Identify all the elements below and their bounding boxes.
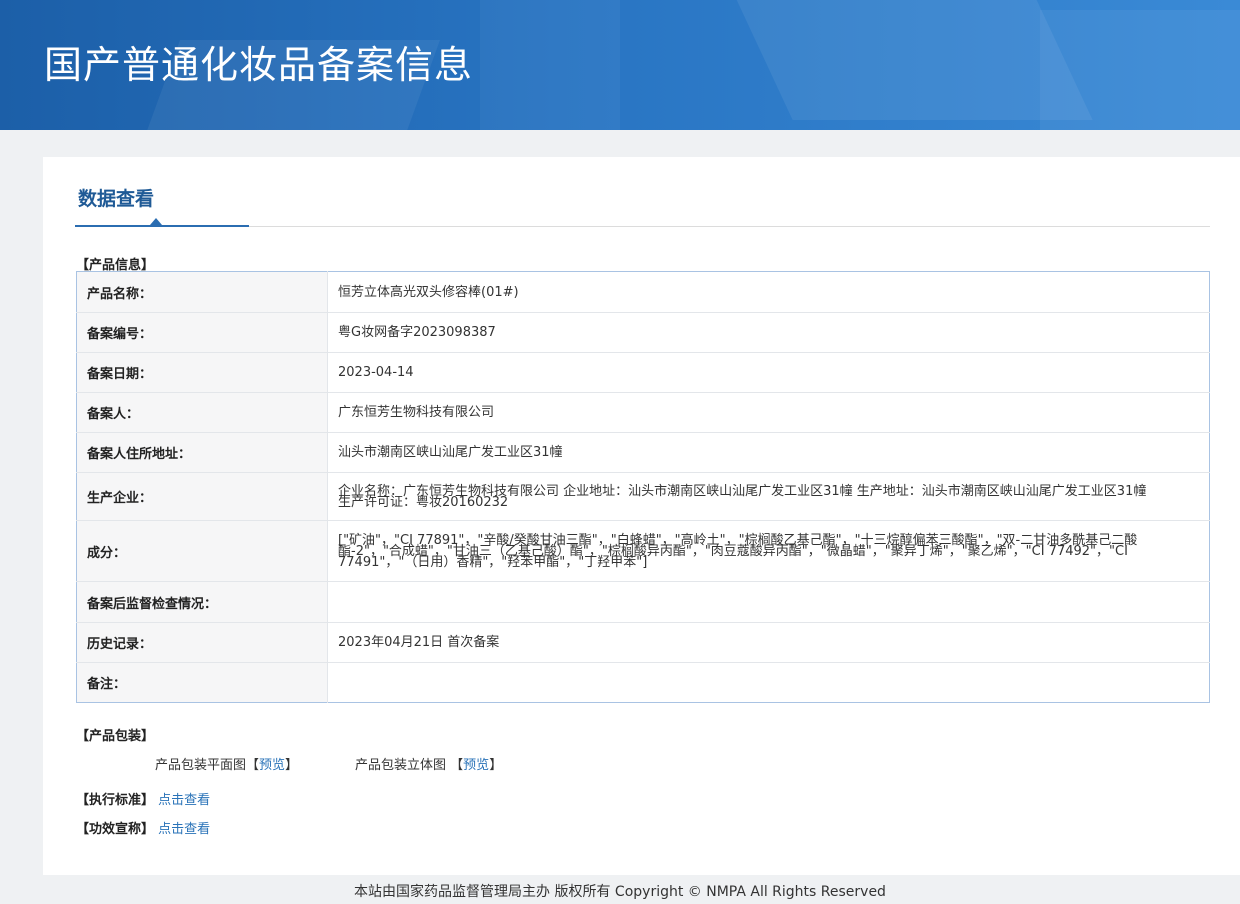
row-label: 备案编号：: [76, 312, 328, 353]
bracket-close: 】: [489, 758, 503, 773]
tab-caret-icon: [150, 218, 162, 225]
bracket-close: 】: [285, 758, 299, 773]
table-row: 生产企业： 企业名称：广东恒芳生物科技有限公司 企业地址：汕头市潮南区峡山汕尾广…: [76, 472, 1210, 521]
table-row: 备注：: [76, 662, 1210, 703]
packaging-stereo: 产品包装立体图 【预览】: [355, 754, 502, 773]
efficacy-row: 【功效宣称】 点击查看: [76, 818, 210, 837]
row-value: 汕头市潮南区峡山汕尾广发工业区31幢: [327, 432, 1210, 473]
row-value: 广东恒芳生物科技有限公司: [327, 392, 1210, 433]
row-label: 产品名称：: [76, 271, 328, 313]
standard-row: 【执行标准】 点击查看: [76, 789, 210, 808]
table-row: 成分： ["矿油"，"CI 77891"，"辛酸/癸酸甘油三酯"，"白蜂蜡"，"…: [76, 520, 1210, 582]
flat-preview-link[interactable]: 预览: [259, 758, 285, 773]
row-label: 备案人住所地址：: [76, 432, 328, 473]
efficacy-view-link[interactable]: 点击查看: [158, 822, 210, 837]
table-row: 备案编号： 粤G妆网备字2023098387: [76, 312, 1210, 353]
row-label: 历史记录：: [76, 622, 328, 663]
packaging-heading: 【产品包装】: [76, 729, 155, 744]
row-value: 恒芳立体高光双头修容棒(01#): [327, 271, 1210, 313]
tab-active-underline: [75, 225, 249, 227]
table-row: 备案后监督检查情况：: [76, 581, 1210, 623]
tab-data-view[interactable]: 数据查看: [78, 184, 154, 211]
row-value: 企业名称：广东恒芳生物科技有限公司 企业地址：汕头市潮南区峡山汕尾广发工业区31…: [327, 472, 1210, 521]
banner-decoration: [480, 0, 620, 130]
bracket-open: 【: [246, 758, 260, 773]
row-label: 备案人：: [76, 392, 328, 433]
packaging-flat-label: 产品包装平面图: [155, 758, 247, 773]
table-row: 产品名称： 恒芳立体高光双头修容棒(01#): [76, 271, 1210, 313]
header-banner: 国产普通化妆品备案信息: [0, 0, 1240, 130]
row-label: 备案后监督检查情况：: [76, 581, 328, 623]
banner-decoration: [1040, 10, 1240, 130]
bracket-open: 【: [450, 758, 464, 773]
standard-label: 【执行标准】: [76, 793, 155, 808]
row-value: 2023年04月21日 首次备案: [327, 622, 1210, 663]
table-row: 备案人住所地址： 汕头市潮南区峡山汕尾广发工业区31幢: [76, 432, 1210, 473]
standard-view-link[interactable]: 点击查看: [158, 793, 210, 808]
stereo-preview-link[interactable]: 预览: [463, 758, 489, 773]
row-label: 备案日期：: [76, 352, 328, 393]
row-label: 备注：: [76, 662, 328, 703]
row-label: 生产企业：: [76, 472, 328, 521]
row-value: ["矿油"，"CI 77891"，"辛酸/癸酸甘油三酯"，"白蜂蜡"，"高岭土"…: [327, 520, 1210, 582]
product-info-table: 产品名称： 恒芳立体高光双头修容棒(01#) 备案编号： 粤G妆网备字20230…: [76, 271, 1210, 703]
packaging-flat: 产品包装平面图【预览】: [155, 754, 298, 773]
tab-divider: [249, 226, 1210, 227]
table-row: 备案日期： 2023-04-14: [76, 352, 1210, 393]
page-title: 国产普通化妆品备案信息: [44, 43, 474, 87]
efficacy-label: 【功效宣称】: [76, 822, 155, 837]
table-row: 历史记录： 2023年04月21日 首次备案: [76, 622, 1210, 663]
row-value: 粤G妆网备字2023098387: [327, 312, 1210, 353]
banner-decoration: [727, 0, 1093, 120]
row-label: 成分：: [76, 520, 328, 582]
row-value: [327, 581, 1210, 623]
row-value: [328, 663, 1210, 703]
table-row: 备案人： 广东恒芳生物科技有限公司: [76, 392, 1210, 433]
packaging-stereo-label: 产品包装立体图: [355, 758, 447, 773]
row-value: 2023-04-14: [327, 352, 1210, 393]
footer-copyright: 本站由国家药品监督管理局主办 版权所有 Copyright © NMPA All…: [354, 884, 886, 900]
